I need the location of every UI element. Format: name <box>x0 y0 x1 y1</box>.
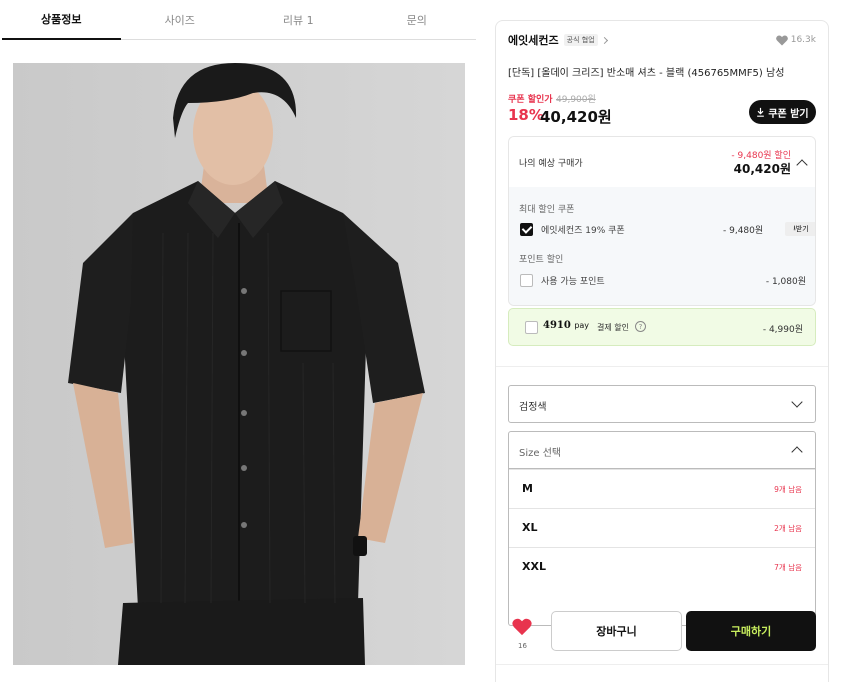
tab-size[interactable]: 사이즈 <box>121 0 240 39</box>
discount-rate: 18% <box>508 106 544 124</box>
final-price: 40,420원 <box>540 108 612 126</box>
size-option-stock: 2개 남음 <box>774 524 802 533</box>
discount-details: 최대 할인 쿠폰 에잇세컨즈 19% 쿠폰 - 9,480원 ⭳ 받기 포인트 할… <box>509 187 815 305</box>
tab-inquiry[interactable]: 문의 <box>358 0 477 39</box>
brand-name[interactable]: 에잇세컨즈 <box>508 32 559 48</box>
coupon-checkbox[interactable] <box>520 223 533 236</box>
product-title: [단독] [올데이 크리즈] 반소매 셔츠 - 블랙 (456765MMF5) … <box>508 68 785 79</box>
point-name: 사용 가능 포인트 <box>541 277 605 287</box>
product-image <box>13 63 465 665</box>
color-select-value: 검정색 <box>519 402 547 413</box>
product-tabs: 상품정보 사이즈 리뷰 1 문의 <box>2 0 476 40</box>
purchase-panel: 에잇세컨즈 공식 협업 16.3k [단독] [올데이 크리즈] 반소매 셔츠 … <box>495 20 829 682</box>
point-title: 포인트 할인 <box>519 255 564 265</box>
get-coupon-button[interactable]: 쿠폰 받기 <box>749 100 816 124</box>
color-select[interactable]: 검정색 <box>508 385 816 423</box>
pay-discount-label: 결제 할인 <box>597 323 629 332</box>
tab-product-info[interactable]: 상품정보 <box>2 0 121 40</box>
chevron-up-icon[interactable] <box>796 159 808 171</box>
coupon-name: 에잇세컨즈 19% 쿠폰 <box>541 226 625 236</box>
pay-checkbox[interactable] <box>525 321 538 334</box>
heart-icon <box>512 618 532 636</box>
divider <box>496 366 828 367</box>
point-checkbox[interactable] <box>520 274 533 287</box>
estimated-price: 40,420원 <box>733 162 791 176</box>
coupon-price-label: 쿠폰 할인가 <box>508 95 553 105</box>
chevron-up-icon <box>791 446 803 458</box>
coupon-get-label: 받기 <box>795 225 809 233</box>
size-option-xxl[interactable]: XXL 7개 남음 <box>509 547 815 586</box>
original-price: 49,900원 <box>556 95 596 105</box>
brand-like-count: 16.3k <box>790 35 816 45</box>
heart-icon <box>775 34 788 45</box>
estimated-price-label: 나의 예상 구매가 <box>519 159 583 169</box>
like-count: 16 <box>518 642 527 650</box>
divider <box>496 664 828 665</box>
pay-logo: 4910 pay <box>543 320 589 331</box>
max-coupon-title: 최대 할인 쿠폰 <box>519 205 575 215</box>
size-option-stock: 9개 남음 <box>774 485 802 494</box>
size-select-placeholder: Size 선택 <box>519 448 562 459</box>
get-coupon-label: 쿠폰 받기 <box>768 108 809 120</box>
chevron-right-icon[interactable] <box>600 36 608 44</box>
help-icon[interactable]: ? <box>635 321 646 332</box>
size-option-xl[interactable]: XL 2개 남음 <box>509 508 815 547</box>
pay-logo-suffix: pay <box>574 321 590 330</box>
chevron-down-icon <box>791 396 803 408</box>
brand-row: 에잇세컨즈 공식 협업 16.3k <box>508 31 816 49</box>
buy-now-button[interactable]: 구매하기 <box>686 611 816 651</box>
coupon-get-button[interactable]: ⭳ 받기 <box>785 222 815 236</box>
official-badge: 공식 협업 <box>563 34 598 46</box>
size-option-name: M <box>522 482 533 495</box>
pay-discount-banner[interactable]: 4910 pay 결제 할인 ? - 4,990원 <box>508 308 816 346</box>
size-options: M 9개 남음 XL 2개 남음 XXL 7개 남음 <box>508 469 816 626</box>
coupon-amount: - 9,480원 <box>723 226 764 236</box>
download-icon <box>757 107 765 117</box>
size-option-name: XXL <box>522 560 546 573</box>
estimated-price-box: 나의 예상 구매가 - 9,480원 할인 40,420원 최대 할인 쿠폰 에… <box>508 136 816 306</box>
pay-discount-amount: - 4,990원 <box>762 325 803 335</box>
size-option-name: XL <box>522 521 538 534</box>
tab-reviews[interactable]: 리뷰 1 <box>239 0 358 39</box>
brand-likes[interactable]: 16.3k <box>775 34 816 46</box>
size-option-m[interactable]: M 9개 남음 <box>509 469 815 508</box>
pay-logo-text: 4910 <box>543 320 571 331</box>
point-amount: - 1,080원 <box>765 277 806 287</box>
add-to-cart-button[interactable]: 장바구니 <box>551 611 682 651</box>
estimated-price-header[interactable]: 나의 예상 구매가 - 9,480원 할인 40,420원 <box>509 137 815 187</box>
size-select[interactable]: Size 선택 <box>508 431 816 469</box>
size-option-stock: 7개 남음 <box>774 563 802 572</box>
